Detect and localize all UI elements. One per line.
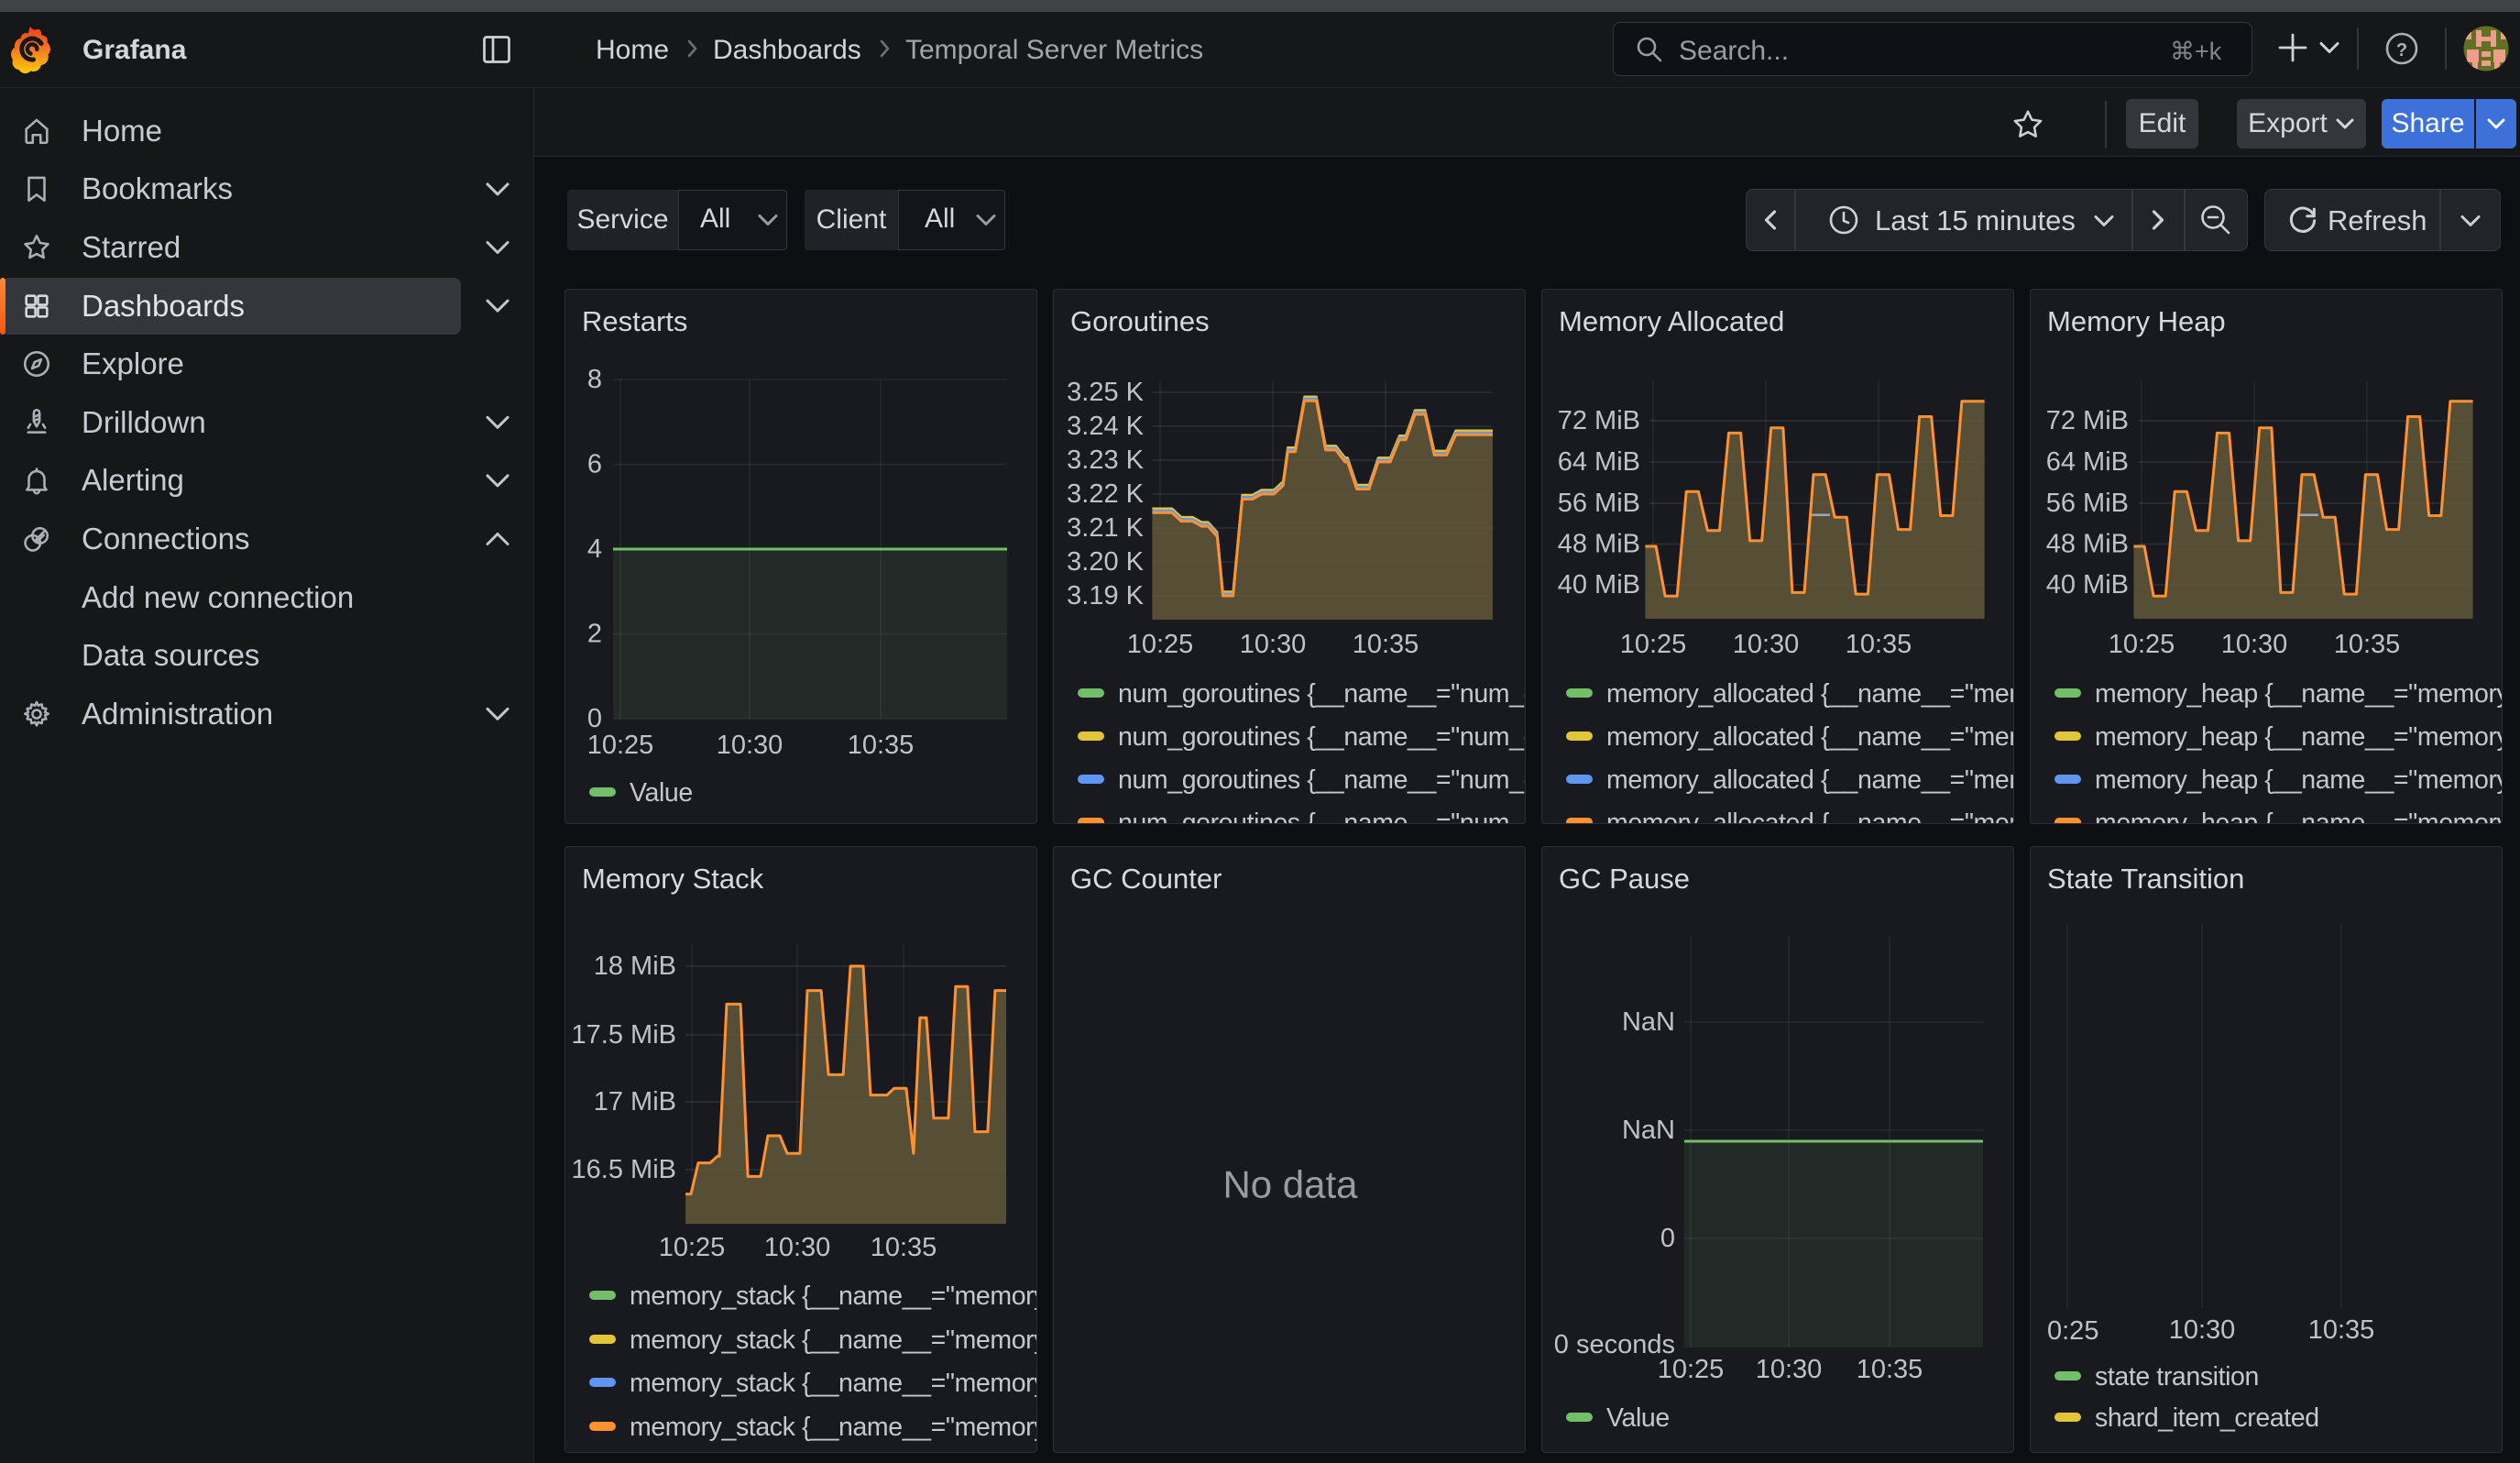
svg-text:3.21 K: 3.21 K (1067, 513, 1144, 543)
svg-text:48 MiB: 48 MiB (1558, 530, 1640, 559)
svg-text:0: 0 (1660, 1224, 1675, 1253)
svg-text:10:30: 10:30 (1756, 1355, 1823, 1384)
svg-text:17 MiB: 17 MiB (594, 1087, 676, 1116)
svg-text:Goroutines: Goroutines (1070, 305, 1210, 337)
svg-text:Value: Value (630, 778, 693, 808)
svg-text:10:25: 10:25 (659, 1233, 726, 1262)
svg-text:3.23 K: 3.23 K (1067, 446, 1144, 475)
svg-text:40 MiB: 40 MiB (1558, 570, 1640, 600)
svg-text:10:30: 10:30 (2169, 1315, 2236, 1345)
svg-text:56 MiB: 56 MiB (1558, 489, 1640, 518)
svg-text:GC Counter: GC Counter (1070, 863, 1222, 895)
svg-text:2: 2 (587, 620, 602, 649)
svg-text:72 MiB: 72 MiB (2046, 406, 2129, 435)
svg-text:6: 6 (587, 450, 602, 479)
svg-text:72 MiB: 72 MiB (1558, 406, 1640, 435)
svg-text:3.19 K: 3.19 K (1067, 581, 1144, 610)
svg-text:3.25 K: 3.25 K (1067, 378, 1144, 407)
svg-text:10:35: 10:35 (2308, 1315, 2375, 1345)
svg-text:3.20 K: 3.20 K (1067, 547, 1144, 577)
svg-text:Memory Allocated: Memory Allocated (1559, 305, 1784, 337)
svg-text:num_goroutines {__name__="num_: num_goroutines {__name__="num_go (1118, 808, 1526, 824)
svg-text:10:35: 10:35 (1353, 630, 1419, 659)
svg-text:56 MiB: 56 MiB (2046, 489, 2129, 518)
svg-text:10:25: 10:25 (2109, 630, 2175, 659)
svg-text:3.22 K: 3.22 K (1067, 479, 1144, 509)
svg-text:10:30: 10:30 (717, 731, 783, 760)
svg-text:64 MiB: 64 MiB (2046, 447, 2129, 477)
svg-text:NaN: NaN (1622, 1116, 1675, 1145)
svg-text:state transition: state transition (2095, 1362, 2259, 1392)
svg-text:memory_allocated {__name__="me: memory_allocated {__name__="memo (1606, 765, 2014, 795)
svg-text:?: ? (2396, 40, 2407, 60)
svg-text:10:25: 10:25 (1620, 630, 1687, 659)
svg-text:10:25: 10:25 (587, 731, 654, 760)
svg-text:17.5 MiB: 17.5 MiB (572, 1020, 676, 1050)
svg-text:shard_item_created: shard_item_created (2095, 1403, 2319, 1433)
svg-text:memory_stack {__name__="memory: memory_stack {__name__="memory_s (630, 1369, 1037, 1398)
svg-text:0:25: 0:25 (2047, 1316, 2098, 1346)
svg-text:64 MiB: 64 MiB (1558, 447, 1640, 477)
svg-text:num_goroutines {__name__="num_: num_goroutines {__name__="num_go (1118, 722, 1526, 752)
svg-text:No data: No data (1222, 1163, 1358, 1206)
svg-text:10:35: 10:35 (1857, 1355, 1923, 1384)
svg-text:16.5 MiB: 16.5 MiB (572, 1155, 676, 1184)
svg-text:memory_stack {__name__="memory: memory_stack {__name__="memory_s (630, 1282, 1037, 1311)
svg-text:10:35: 10:35 (1846, 630, 1912, 659)
svg-text:10:30: 10:30 (1733, 630, 1800, 659)
svg-text:memory_allocated {__name__="me: memory_allocated {__name__="memo (1606, 722, 2014, 752)
svg-text:memory_heap {__name__="memory_: memory_heap {__name__="memory_h (2095, 808, 2503, 824)
svg-text:Memory Heap: Memory Heap (2047, 305, 2226, 337)
svg-text:10:30: 10:30 (764, 1233, 831, 1262)
svg-text:num_goroutines {__name__="num_: num_goroutines {__name__="num_go (1118, 679, 1526, 709)
svg-text:memory_heap {__name__="memory_: memory_heap {__name__="memory_h (2095, 722, 2503, 752)
svg-text:memory_stack {__name__="memory: memory_stack {__name__="memory_s (630, 1326, 1037, 1355)
svg-text:10:30: 10:30 (1240, 630, 1307, 659)
svg-text:10:25: 10:25 (1658, 1355, 1725, 1384)
svg-text:memory_heap {__name__="memory_: memory_heap {__name__="memory_h (2095, 765, 2503, 795)
svg-text:memory_allocated {__name__="me: memory_allocated {__name__="memo (1606, 679, 2014, 709)
svg-text:48 MiB: 48 MiB (2046, 530, 2129, 559)
svg-text:Restarts: Restarts (582, 305, 687, 337)
svg-text:GC Pause: GC Pause (1559, 863, 1690, 895)
svg-text:10:25: 10:25 (1127, 630, 1194, 659)
svg-text:8: 8 (587, 365, 602, 394)
svg-text:10:30: 10:30 (2221, 630, 2288, 659)
svg-text:State Transition: State Transition (2047, 863, 2244, 895)
svg-text:memory_heap {__name__="memory_: memory_heap {__name__="memory_h (2095, 679, 2503, 709)
svg-text:memory_allocated {__name__="me: memory_allocated {__name__="memo (1606, 808, 2014, 824)
svg-text:NaN: NaN (1622, 1007, 1675, 1037)
svg-text:4: 4 (587, 534, 602, 564)
svg-text:Memory Stack: Memory Stack (582, 863, 764, 895)
svg-text:10:35: 10:35 (848, 731, 915, 760)
svg-text:18 MiB: 18 MiB (594, 952, 676, 981)
svg-text:num_goroutines {__name__="num_: num_goroutines {__name__="num_go (1118, 765, 1526, 795)
svg-text:10:35: 10:35 (871, 1233, 937, 1262)
svg-text:10:35: 10:35 (2334, 630, 2401, 659)
svg-text:memory_stack {__name__="memory: memory_stack {__name__="memory_s (630, 1413, 1037, 1442)
svg-text:40 MiB: 40 MiB (2046, 570, 2129, 600)
svg-text:Value: Value (1606, 1403, 1670, 1433)
svg-text:0: 0 (587, 704, 602, 733)
svg-text:3.24 K: 3.24 K (1067, 412, 1144, 441)
